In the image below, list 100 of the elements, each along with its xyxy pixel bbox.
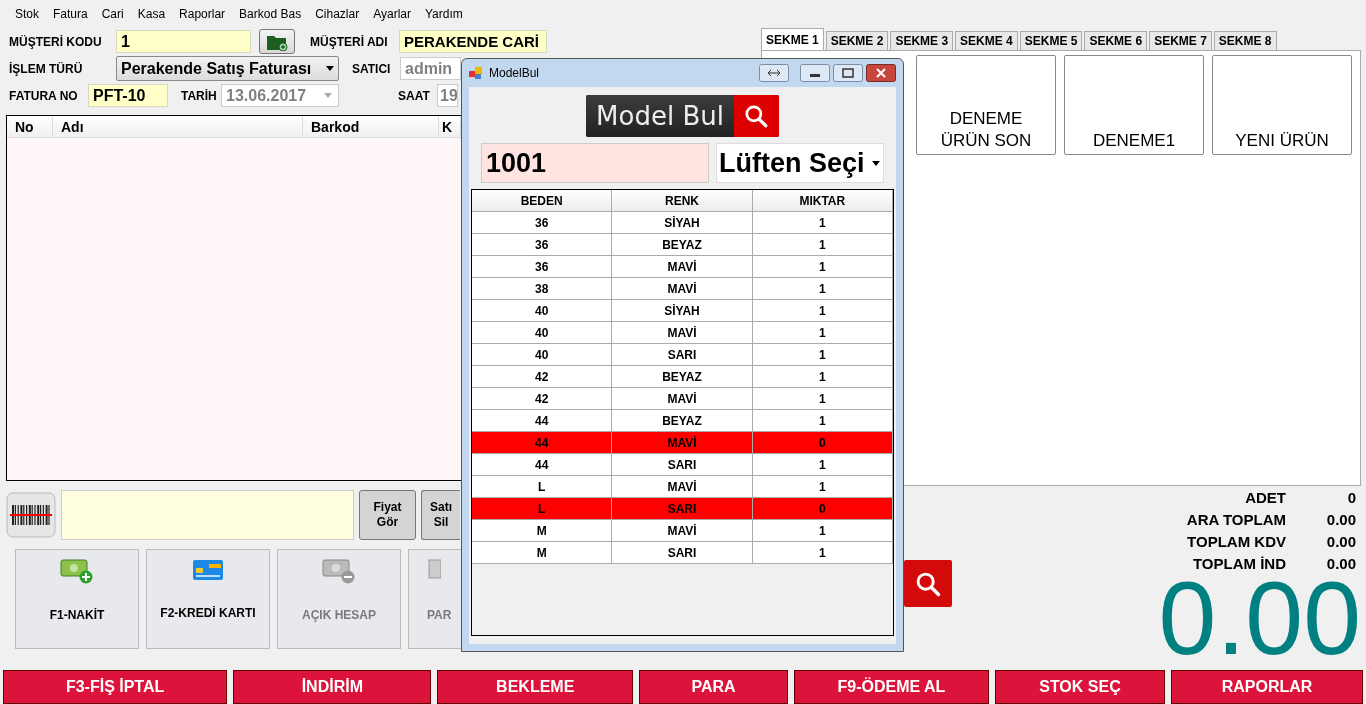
- grid-cell: 36: [472, 256, 613, 278]
- grid-cell: 42: [472, 366, 613, 388]
- grid-cell: MAVİ: [612, 256, 753, 278]
- resize-arrows-icon[interactable]: [759, 64, 789, 82]
- action-button[interactable]: İNDİRİM: [233, 670, 432, 704]
- column-header: No: [7, 116, 53, 137]
- total-label: TOPLAM İND: [1191, 554, 1286, 572]
- credit-card-icon: [192, 558, 224, 582]
- action-button[interactable]: PARA: [638, 670, 789, 704]
- grid-cell: BEYAZ: [612, 366, 753, 388]
- grid-cell: MAVİ: [612, 432, 753, 454]
- grid-cell: 1: [752, 410, 893, 432]
- total-value: 0.00: [1325, 554, 1357, 572]
- tab[interactable]: SEKME 8: [1213, 31, 1277, 50]
- customer-code-field[interactable]: 1: [116, 30, 251, 53]
- grid-cell: 1: [752, 212, 893, 234]
- customer-name-field[interactable]: PERAKENDE CARİ: [399, 30, 547, 53]
- action-button[interactable]: RAPORLAR: [1171, 670, 1363, 704]
- grid-cell: 44: [472, 454, 613, 476]
- tab[interactable]: SEKME 6: [1084, 31, 1148, 50]
- grid-cell: MAVİ: [612, 520, 753, 542]
- menu-item[interactable]: Kasa: [130, 7, 173, 21]
- grid-cell: 1: [752, 322, 893, 344]
- field-label: MÜŞTERİ ADI: [309, 34, 389, 49]
- grid-cell: 42: [472, 388, 613, 410]
- menu-item[interactable]: Cari: [94, 7, 131, 21]
- tab[interactable]: SEKME 1: [761, 28, 824, 50]
- grid-cell: M: [472, 520, 613, 542]
- option-dropdown[interactable]: Lüften Seçi: [716, 143, 884, 183]
- caret-icon: [326, 66, 334, 71]
- grid-cell: SARI: [612, 498, 753, 520]
- payment-button[interactable]: F1-NAKİT: [15, 549, 139, 649]
- menu-item[interactable]: Yardım: [417, 7, 470, 21]
- grid-cell: 1: [752, 278, 893, 300]
- menu-item[interactable]: Cihazlar: [308, 7, 367, 21]
- tab[interactable]: SEKME 4: [955, 31, 1018, 50]
- grid-cell: BEYAZ: [612, 234, 753, 256]
- grand-total: 0.00: [1158, 574, 1361, 662]
- action-button[interactable]: BEKLEME: [437, 670, 633, 704]
- action-button[interactable]: STOK SEÇ: [994, 670, 1166, 704]
- product-button[interactable]: DENEME ÜRÜN SON: [916, 55, 1056, 155]
- search-button[interactable]: [904, 560, 952, 607]
- grid-cell: 1: [752, 300, 893, 322]
- grid-cell: 1: [752, 344, 893, 366]
- total-label: ARA TOPLAM: [1185, 510, 1286, 528]
- grid-cell: 1: [752, 234, 893, 256]
- total-label: ADET: [1244, 488, 1286, 506]
- app-icon: [469, 66, 483, 80]
- column-header: MIKTAR: [752, 190, 893, 212]
- grid-cell: 44: [472, 432, 613, 454]
- action-button[interactable]: F3-FİŞ İPTAL: [3, 670, 228, 704]
- caret-icon: [872, 160, 880, 166]
- field-label: MÜŞTERİ KODU: [8, 34, 103, 49]
- tab[interactable]: SEKME 2: [825, 31, 889, 50]
- menu-item[interactable]: Fatura: [46, 7, 95, 21]
- menu-item[interactable]: Ayarlar: [366, 7, 418, 21]
- field-label: İŞLEM TÜRÜ: [8, 61, 84, 76]
- product-button[interactable]: YENI ÜRÜN: [1212, 55, 1352, 155]
- folder-button[interactable]: [259, 29, 295, 54]
- grid-cell: 1: [752, 388, 893, 410]
- search-icon: [743, 103, 770, 129]
- price-check-button[interactable]: Fiyat Gör: [359, 490, 416, 540]
- grid-cell: 0: [752, 498, 893, 520]
- grid-cell: SARI: [612, 344, 753, 366]
- model-search-button[interactable]: Model Bul: [586, 95, 779, 137]
- column-header: RENK: [612, 190, 753, 212]
- invoice-number-field[interactable]: PFT-10: [88, 84, 168, 107]
- model-code-field[interactable]: 1001: [481, 143, 709, 183]
- window-title: ModelBul: [489, 66, 540, 80]
- grid-cell: SARI: [612, 454, 753, 476]
- delete-row-button[interactable]: Satı Sil: [421, 490, 460, 540]
- grid-cell: 1: [752, 256, 893, 278]
- total-value: 0.00: [1325, 532, 1357, 550]
- close-icon[interactable]: [866, 64, 896, 82]
- product-button[interactable]: DENEME1: [1064, 55, 1204, 155]
- grid-cell: 36: [472, 234, 613, 256]
- grid-cell: L: [472, 498, 613, 520]
- barcode-input[interactable]: [61, 490, 354, 540]
- field-label: SAAT: [397, 88, 431, 103]
- minimize-icon[interactable]: [800, 64, 830, 82]
- action-button[interactable]: F9-ÖDEME AL: [794, 670, 989, 704]
- transaction-type-dropdown[interactable]: Perakende Satış Faturası: [116, 56, 339, 81]
- grid-cell: 1: [752, 542, 893, 564]
- menu-item[interactable]: Raporlar: [172, 7, 233, 21]
- field-label: TARİH: [180, 88, 218, 103]
- maximize-icon[interactable]: [833, 64, 863, 82]
- tab[interactable]: SEKME 3: [890, 31, 954, 50]
- total-value: 0.00: [1325, 510, 1357, 528]
- grid-cell: 0: [752, 432, 893, 454]
- menu-item[interactable]: Barkod Bas: [232, 7, 309, 21]
- payment-button[interactable]: F2-KREDİ KARTI: [146, 549, 270, 649]
- tab[interactable]: SEKME 7: [1149, 31, 1212, 50]
- tab[interactable]: SEKME 5: [1019, 31, 1083, 50]
- grid-cell: SİYAH: [612, 300, 753, 322]
- caret-icon: [324, 93, 332, 98]
- grid-cell: 1: [752, 520, 893, 542]
- grid-cell: 38: [472, 278, 613, 300]
- grid-cell: SARI: [612, 542, 753, 564]
- menu-item[interactable]: Stok: [8, 7, 46, 21]
- grid-cell: 40: [472, 322, 613, 344]
